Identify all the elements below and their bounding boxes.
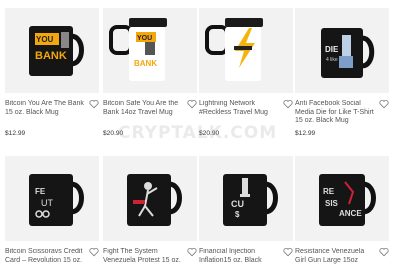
product-price: $12.99 xyxy=(5,130,26,137)
heart-icon[interactable] xyxy=(379,99,389,109)
product-image[interactable]: FE UT xyxy=(5,156,99,241)
svg-text:CU: CU xyxy=(231,199,244,209)
product-image[interactable]: YOU BANK xyxy=(5,8,99,93)
svg-text:ANCE: ANCE xyxy=(339,209,362,218)
product-grid: YOU BANK Bitcoin You Are The Bank 15 oz.… xyxy=(0,0,400,268)
heart-icon[interactable] xyxy=(379,247,389,257)
product-title[interactable]: Bitcoin Safe You Are the Bank 14oz Trave… xyxy=(103,100,183,117)
product-title[interactable]: Resistance Venezuela Girl Gun Large 15oz xyxy=(295,248,375,265)
heart-icon[interactable] xyxy=(283,247,293,257)
product-image[interactable]: YOU BANK xyxy=(103,8,197,93)
svg-text:$: $ xyxy=(235,210,240,219)
heart-icon[interactable] xyxy=(283,99,293,109)
svg-text:DIE: DIE xyxy=(325,45,339,54)
svg-text:RE: RE xyxy=(323,187,335,196)
product-title[interactable]: Anti Facebook Social Media Die for Like … xyxy=(295,100,375,126)
svg-text:FE: FE xyxy=(35,187,46,196)
svg-text:YOU: YOU xyxy=(137,35,152,42)
heart-icon[interactable] xyxy=(187,247,197,257)
product-price: $12.99 xyxy=(295,130,316,137)
watermark: CRYPTALK.COM xyxy=(118,123,278,143)
svg-text:4 like: 4 like xyxy=(326,57,338,63)
svg-text:BANK: BANK xyxy=(35,50,67,62)
product-title[interactable]: Financial Injection Inflation15 oz. Blac… xyxy=(199,248,279,265)
product-title[interactable]: Fight The System Venezuela Protest 15 oz… xyxy=(103,248,183,265)
product-image[interactable] xyxy=(199,8,293,93)
product-image[interactable] xyxy=(103,156,197,241)
heart-icon[interactable] xyxy=(89,99,99,109)
product-image[interactable]: DIE 4 like xyxy=(295,8,389,93)
product-image[interactable]: CU $ xyxy=(199,156,293,241)
svg-text:SIS: SIS xyxy=(325,199,339,208)
heart-icon[interactable] xyxy=(89,247,99,257)
svg-text:YOU: YOU xyxy=(36,35,54,44)
product-title[interactable]: Lightning Network #Reckless Travel Mug xyxy=(199,100,279,117)
product-image[interactable]: RE SIS ANCE xyxy=(295,156,389,241)
svg-text:UT: UT xyxy=(41,198,53,208)
svg-text:BANK: BANK xyxy=(134,59,157,68)
product-title[interactable]: Bitcoin You Are The Bank 15 oz. Black Mu… xyxy=(5,100,85,117)
heart-icon[interactable] xyxy=(187,99,197,109)
product-title[interactable]: Bitcoin Scissoravs Credit Card – Revolut… xyxy=(5,248,85,265)
